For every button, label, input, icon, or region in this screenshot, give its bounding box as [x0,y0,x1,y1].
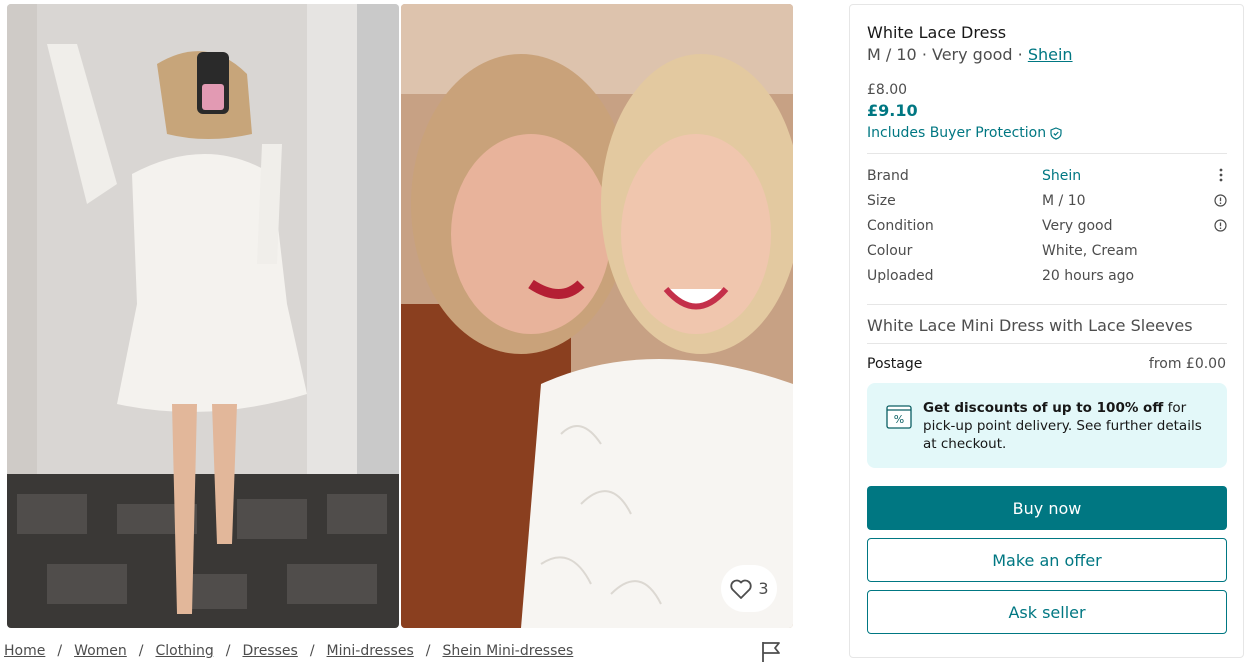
delivery-discount-banner: % Get discounts of up to 100% off for pi… [867,383,1227,468]
price-original: £8.00 [867,82,908,98]
breadcrumb-home[interactable]: Home [4,643,45,659]
breadcrumb-separator: / [225,643,231,659]
make-offer-button[interactable]: Make an offer [867,538,1227,582]
item-details-panel: White Lace Dress M / 10 · Very good · Sh… [849,4,1244,658]
detail-value: M / 10 [1042,193,1086,209]
item-subtitle: M / 10 · Very good · Shein [867,45,1073,64]
flag-icon[interactable] [760,640,782,664]
detail-value: White, Cream [1042,243,1138,259]
detail-label: Colour [867,243,913,259]
brand-link[interactable]: Shein [1028,45,1073,64]
item-description: White Lace Mini Dress with Lace Sleeves [867,316,1193,335]
detail-value: Very good [1042,218,1113,234]
delivery-discount-text: Get discounts of up to 100% off for pick… [923,399,1213,453]
promo-bold: Get discounts of up to 100% off [923,400,1164,416]
postage-value: from £0.00 [1148,356,1226,372]
discount-tag-icon: % [886,405,912,429]
detail-label: Condition [867,218,934,234]
info-icon[interactable] [1214,194,1227,207]
breadcrumb: Home / Women / Clothing / Dresses / Mini-dresses… [4,643,573,659]
detail-value-brand-link[interactable]: Shein [1042,168,1081,184]
breadcrumb-separator: / [57,643,63,659]
breadcrumb-dresses[interactable]: Dresses [242,643,297,659]
divider [867,153,1227,154]
detail-label: Size [867,193,896,209]
shield-check-icon [1050,126,1062,140]
detail-row-brand: Brand Shein [867,168,1227,188]
breadcrumb-women[interactable]: Women [74,643,127,659]
item-photo-2[interactable] [401,4,793,628]
favourite-button[interactable]: 3 [721,565,777,612]
detail-value: 20 hours ago [1042,268,1135,284]
detail-label: Uploaded [867,268,934,284]
buyer-protection-link[interactable]: Includes Buyer Protection [867,125,1062,141]
postage-label: Postage [867,356,923,372]
breadcrumb-mini-dresses[interactable]: Mini-dresses [327,643,414,659]
detail-row-colour: Colour White, Cream [867,243,1227,263]
buy-now-button[interactable]: Buy now [867,486,1227,530]
divider [867,304,1227,305]
detail-row-size: Size M / 10 [867,193,1227,213]
ask-seller-button[interactable]: Ask seller [867,590,1227,634]
detail-row-uploaded: Uploaded 20 hours ago [867,268,1227,288]
heart-icon [730,579,753,599]
item-title: White Lace Dress [867,23,1007,42]
breadcrumb-separator: / [138,643,144,659]
item-subtitle-summary: M / 10 · Very good · [867,45,1028,64]
info-icon[interactable] [1214,219,1227,232]
buyer-protection-label: Includes Buyer Protection [867,125,1047,141]
detail-row-condition: Condition Very good [867,218,1227,238]
svg-text:%: % [894,413,904,426]
breadcrumb-shein-mini-dresses[interactable]: Shein Mini-dresses [442,643,573,659]
breadcrumb-separator: / [425,643,431,659]
breadcrumb-separator: / [309,643,315,659]
item-photo-1[interactable] [7,4,399,628]
divider [867,343,1227,344]
breadcrumb-clothing[interactable]: Clothing [156,643,214,659]
price-total: £9.10 [867,101,918,120]
detail-label: Brand [867,168,909,184]
favourite-count: 3 [758,579,769,598]
